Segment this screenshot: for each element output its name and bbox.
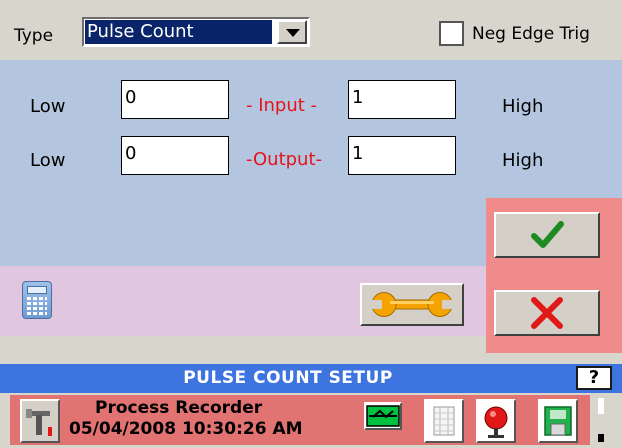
network-button[interactable]	[364, 402, 402, 430]
title-bar: PULSE COUNT SETUP	[0, 364, 622, 393]
input-label: - Input -	[246, 95, 318, 116]
save-disk-icon	[544, 406, 572, 436]
output-high-label: High	[502, 150, 544, 171]
tools-button[interactable]	[20, 399, 60, 443]
x-icon	[531, 297, 563, 329]
output-low-label: Low	[30, 150, 66, 171]
wrench-icon	[368, 292, 456, 317]
list-icon	[433, 406, 455, 436]
calculator-screen	[27, 286, 47, 294]
input-high-field[interactable]: 1	[348, 80, 456, 119]
neg-edge-trig-label: Neg Edge Trig	[472, 24, 590, 44]
output-low-field[interactable]: 0	[121, 136, 229, 175]
network-icon	[366, 405, 400, 427]
type-label: Type	[14, 26, 54, 46]
neg-edge-trig-checkbox[interactable]	[439, 21, 464, 46]
input-high-label: High	[502, 96, 544, 117]
output-label: -Output-	[246, 149, 323, 170]
save-button[interactable]	[538, 399, 578, 443]
ok-button[interactable]	[494, 212, 600, 258]
signal-indicator-bottom	[598, 434, 604, 442]
tools-icon	[26, 409, 52, 436]
scaling-panel-right	[486, 60, 622, 198]
page-title: PULSE COUNT SETUP	[183, 368, 393, 388]
input-low-field[interactable]: 0	[121, 80, 229, 119]
app-name: Process Recorder	[95, 398, 263, 418]
wrench-button[interactable]	[360, 283, 464, 326]
alarm-button[interactable]	[476, 399, 516, 443]
calculator-icon[interactable]	[22, 281, 52, 319]
help-button[interactable]: ?	[576, 366, 612, 390]
alarm-bell-icon	[484, 406, 508, 438]
cancel-button[interactable]	[494, 290, 600, 336]
type-select-value[interactable]: Pulse Count	[85, 20, 272, 44]
checkmark-icon	[531, 221, 564, 248]
input-low-label: Low	[30, 96, 66, 117]
signal-indicator-top	[598, 398, 604, 414]
type-select[interactable]: Pulse Count	[82, 17, 310, 47]
list-button[interactable]	[424, 399, 464, 443]
output-high-field[interactable]: 1	[348, 136, 456, 175]
calculator-keys	[27, 297, 47, 315]
chevron-down-icon[interactable]	[277, 20, 307, 44]
datetime: 05/04/2008 10:30:26 AM	[69, 419, 303, 439]
